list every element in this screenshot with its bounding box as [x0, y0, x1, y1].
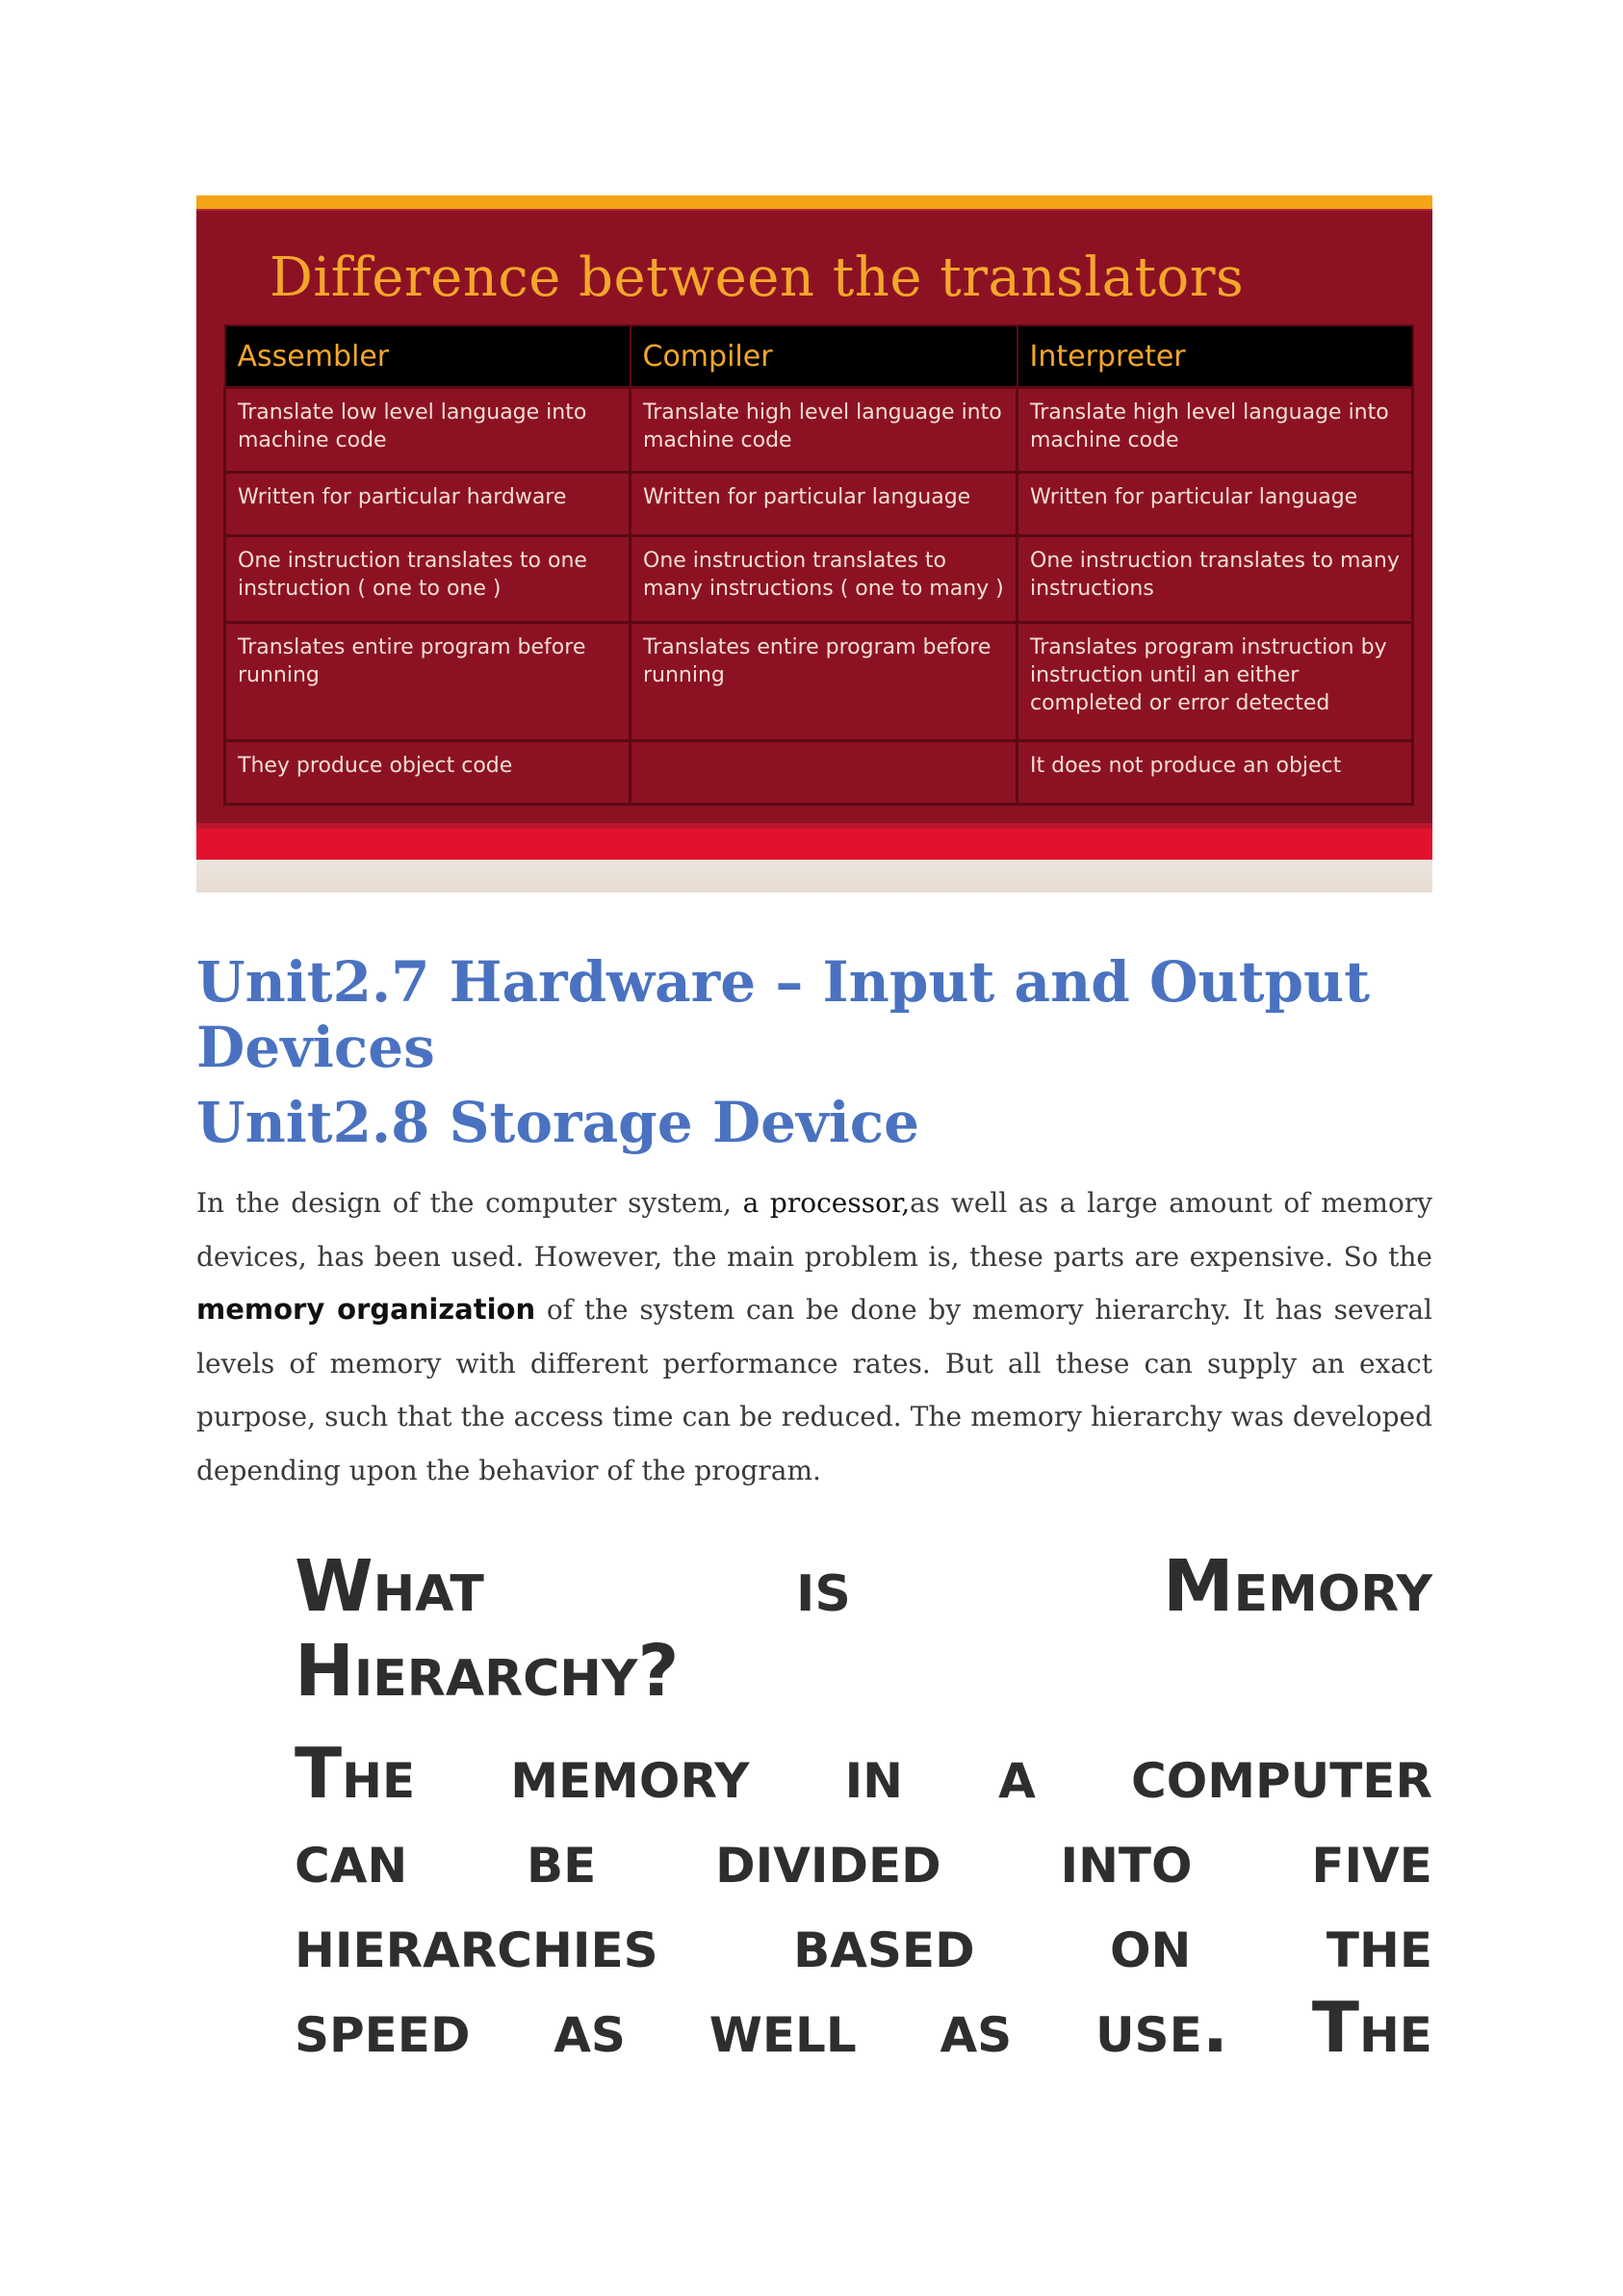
memory-paragraph: In the design of the computer system, a … [196, 1176, 1432, 1497]
slide-top-bar [196, 195, 1432, 209]
description-word: on [1110, 1902, 1192, 1983]
table-cell: They produce object code [223, 739, 631, 806]
description-line: can be divided into five [295, 1816, 1432, 1900]
table-cell: One instruction translates to many instr… [629, 533, 1018, 624]
description-word: divided [715, 1818, 941, 1898]
table-cell: Translate high level language into machi… [629, 386, 1018, 474]
description-word: as [940, 1987, 1013, 2068]
table-cell [629, 739, 1018, 806]
description-word: as [554, 1987, 626, 2068]
description-word: memory [510, 1733, 750, 1814]
table-row: They produce object code It does not pro… [223, 739, 1414, 806]
question-word: Memory [1163, 1545, 1432, 1628]
table-header-row: Assembler Compiler Interpreter [223, 324, 1414, 389]
header-interpreter: Interpreter [1016, 324, 1414, 389]
description-line: The memory in a computer [295, 1731, 1432, 1816]
table-cell: Translates entire program before running [223, 620, 631, 743]
translators-table: Assembler Compiler Interpreter Translate… [223, 324, 1414, 806]
description-word: The [1311, 1987, 1432, 2068]
slide-top-line [196, 209, 1432, 211]
table-cell: One instruction translates to many instr… [1016, 533, 1414, 624]
translators-slide-image: Difference between the translators Assem… [196, 195, 1432, 892]
slide-bottom-band [196, 829, 1432, 860]
description-word: hierarchies [295, 1902, 658, 1983]
question-line-1: What is Memory [295, 1544, 1432, 1629]
description-word: in [844, 1733, 904, 1814]
heading-unit-2-8: Unit2.8 Storage Device [196, 1090, 919, 1155]
description-line: speed as well as use. The [295, 1985, 1432, 2070]
question-word: What [295, 1545, 484, 1628]
description-word: use. [1095, 1987, 1229, 2068]
table-cell: Translate high level language into machi… [1016, 386, 1414, 474]
description-word: five [1311, 1818, 1432, 1898]
description-line: hierarchies based on the [295, 1900, 1432, 1985]
question-word: is [796, 1545, 851, 1628]
memory-hierarchy-description: The memory in a computer can be divided … [295, 1731, 1432, 2070]
memory-hierarchy-question: What is Memory Hierarchy? [295, 1544, 1432, 1714]
description-word: speed [295, 1987, 471, 2068]
table-row: Written for particular hardware Written … [223, 470, 1414, 537]
description-word: can [295, 1818, 408, 1898]
table-cell: Translate low level language into machin… [223, 386, 631, 474]
slide-title: Difference between the translators [270, 246, 1245, 309]
table-row: Translates entire program before running… [223, 620, 1414, 743]
table-cell: Written for particular language [629, 470, 1018, 537]
document-page: Difference between the translators Assem… [0, 0, 1623, 2296]
header-compiler: Compiler [629, 324, 1018, 389]
heading-unit-2-7: Unit2.7 Hardware – Input and Output Devi… [196, 949, 1371, 1080]
description-word: The [295, 1733, 416, 1814]
question-line-2: Hierarchy? [295, 1630, 680, 1713]
table-cell: Written for particular hardware [223, 470, 631, 537]
header-assembler: Assembler [223, 324, 631, 389]
description-word: into [1060, 1818, 1193, 1898]
table-row: Translate low level language into machin… [223, 386, 1414, 474]
table-cell: It does not produce an object [1016, 739, 1414, 806]
table-cell: Translates entire program before running [629, 620, 1018, 743]
table-cell: Written for particular language [1016, 470, 1414, 537]
table-cell: Translates program instruction by instru… [1016, 620, 1414, 743]
description-word: the [1326, 1902, 1432, 1983]
description-word: computer [1131, 1733, 1432, 1814]
description-word: well [708, 1987, 857, 2068]
description-word: be [527, 1818, 597, 1898]
table-cell: One instruction translates to one instru… [223, 533, 631, 624]
description-word: based [793, 1902, 975, 1983]
description-word: a [998, 1733, 1036, 1814]
processor-text: a processor, [742, 1187, 911, 1219]
paragraph-text: In the design of the computer system, [196, 1187, 743, 1219]
table-row: One instruction translates to one instru… [223, 533, 1414, 624]
memory-organization-bold: memory organization [196, 1293, 536, 1326]
slide-bottom-band [196, 860, 1432, 892]
